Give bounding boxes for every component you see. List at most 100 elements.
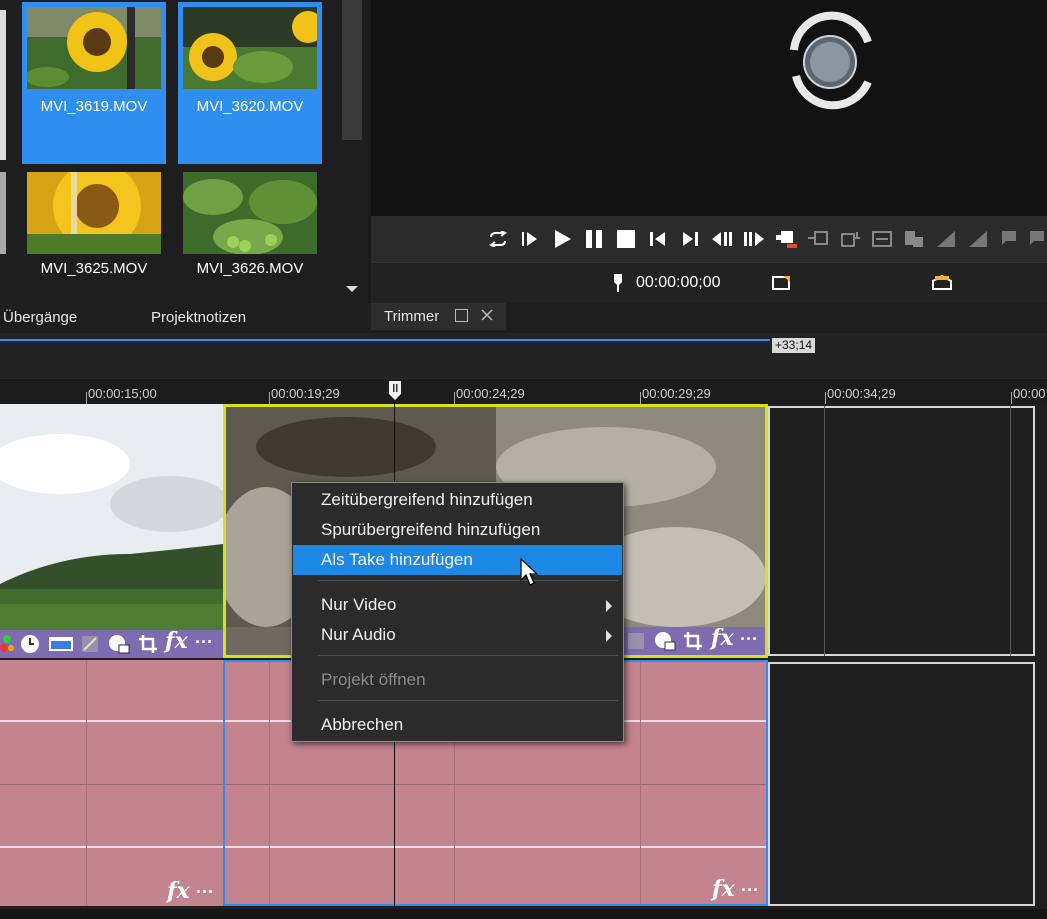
ruler-label: 00:00:24;29 bbox=[456, 386, 525, 401]
ruler-label: 00:00:34;29 bbox=[827, 386, 896, 401]
menu-item-label: Projekt öffnen bbox=[321, 670, 426, 689]
insert-clip-icon[interactable] bbox=[774, 226, 798, 252]
fade-in-icon bbox=[934, 226, 958, 252]
fade-out-icon bbox=[966, 226, 990, 252]
menu-item-add-track[interactable]: Spurübergreifend hinzufügen bbox=[293, 515, 622, 545]
media-item-label: MVI_3626.MOV bbox=[196, 260, 304, 277]
preview-window bbox=[371, 0, 1047, 216]
mark-in-icon[interactable] bbox=[771, 275, 791, 291]
maximize-icon[interactable] bbox=[455, 309, 468, 322]
media-library: MVI_3619.MOV MVI_3620.MOV MVI_3625.MOV M… bbox=[0, 0, 368, 303]
empty-clip-slot[interactable] bbox=[768, 406, 1035, 656]
timeline-footer bbox=[0, 909, 1047, 919]
submenu-arrow-icon bbox=[606, 600, 612, 612]
frame-icon[interactable] bbox=[48, 636, 74, 652]
ruler-label: 00:00 bbox=[1013, 386, 1046, 401]
crop-icon[interactable] bbox=[683, 631, 703, 651]
sunflower-thumbnail bbox=[27, 7, 161, 89]
fit-icon bbox=[870, 226, 894, 252]
more-icon[interactable]: ··· bbox=[741, 880, 759, 901]
stop-icon[interactable] bbox=[614, 226, 638, 252]
audio-clip-left[interactable]: fx ··· bbox=[0, 660, 223, 906]
media-item-mvi-3619[interactable]: MVI_3619.MOV bbox=[22, 2, 166, 164]
close-icon[interactable] bbox=[479, 307, 495, 323]
marker-icon bbox=[998, 226, 1022, 252]
panel-tab-bar: Übergänge Projektnotizen bbox=[0, 303, 1047, 333]
ruler-label: 00:00:29;29 bbox=[642, 386, 711, 401]
empty-clip-slot[interactable] bbox=[768, 662, 1035, 906]
fx-button[interactable]: fx bbox=[712, 876, 735, 902]
pen-icon[interactable] bbox=[80, 634, 100, 654]
fx-button[interactable]: fx bbox=[165, 628, 188, 654]
tab-transitions[interactable]: Übergänge bbox=[3, 309, 77, 326]
skip-start-icon[interactable] bbox=[646, 226, 670, 252]
context-menu: Zeitübergreifend hinzufügen Spurübergrei… bbox=[291, 482, 624, 742]
color-dots-icon[interactable] bbox=[0, 634, 14, 654]
media-item-label: MVI_3625.MOV bbox=[40, 260, 148, 277]
ruler-label: 00:00:19;29 bbox=[271, 386, 340, 401]
replace-icon bbox=[902, 226, 926, 252]
watermark-logo bbox=[776, 10, 886, 110]
menu-item-label: Zeitübergreifend hinzufügen bbox=[321, 490, 533, 509]
speed-icon[interactable] bbox=[108, 634, 130, 654]
play-range-icon[interactable] bbox=[518, 226, 542, 252]
playhead-marker-icon bbox=[613, 273, 623, 293]
menu-separator bbox=[318, 580, 618, 581]
append-icon bbox=[838, 226, 862, 252]
menu-item-add-time[interactable]: Zeitübergreifend hinzufügen bbox=[293, 485, 622, 515]
playhead-handle-icon[interactable] bbox=[388, 380, 402, 402]
menu-item-label: Spurübergreifend hinzufügen bbox=[321, 520, 541, 539]
speed-icon[interactable] bbox=[654, 631, 676, 651]
offset-badge: +33;14 bbox=[772, 338, 816, 353]
timeline-range-line bbox=[0, 339, 770, 341]
menu-item-add-take[interactable]: Als Take hinzufügen bbox=[293, 545, 622, 575]
tab-trimmer[interactable]: Trimmer bbox=[371, 303, 506, 330]
menu-item-video-only[interactable]: Nur Video bbox=[293, 590, 622, 620]
menu-item-cancel[interactable]: Abbrechen bbox=[293, 710, 622, 740]
plants-thumbnail bbox=[183, 172, 317, 254]
fx-button[interactable]: fx bbox=[711, 625, 734, 651]
video-clip-landscape[interactable]: fx ··· bbox=[0, 404, 230, 658]
menu-item-audio-only[interactable]: Nur Audio bbox=[293, 620, 622, 650]
pause-icon[interactable] bbox=[582, 226, 606, 252]
timeline-overview: +33;14 bbox=[0, 333, 1047, 378]
sunflower-thumbnail bbox=[183, 7, 317, 89]
submenu-arrow-icon bbox=[606, 630, 612, 642]
more-icon[interactable]: ··· bbox=[195, 632, 213, 653]
transport-bar bbox=[371, 216, 1047, 262]
overwrite-icon bbox=[806, 226, 830, 252]
menu-item-open-project: Projekt öffnen bbox=[293, 665, 622, 695]
marker-add-icon bbox=[1026, 226, 1047, 252]
menu-item-label: Nur Video bbox=[321, 595, 397, 614]
partial-thumbnail bbox=[0, 172, 6, 254]
more-icon[interactable]: ··· bbox=[740, 629, 758, 650]
menu-item-label: Nur Audio bbox=[321, 625, 396, 644]
fx-button[interactable]: fx bbox=[167, 878, 190, 904]
menu-separator bbox=[318, 655, 618, 656]
menu-separator bbox=[318, 700, 618, 701]
play-icon[interactable] bbox=[550, 226, 574, 252]
tab-project-notes[interactable]: Projektnotizen bbox=[151, 309, 246, 326]
timeline-ruler[interactable]: 00:00:15;00 00:00:19;29 00:00:24;29 00:0… bbox=[0, 378, 1047, 404]
clock-icon[interactable] bbox=[20, 634, 40, 654]
media-item-label: MVI_3620.MOV bbox=[196, 98, 304, 115]
more-icon[interactable]: ··· bbox=[196, 882, 214, 903]
crop-icon[interactable] bbox=[138, 634, 158, 654]
pen-icon[interactable] bbox=[626, 631, 646, 651]
tab-trimmer-label: Trimmer bbox=[384, 308, 440, 325]
ruler-label: 00:00:15;00 bbox=[88, 386, 157, 401]
scroll-down-icon[interactable] bbox=[346, 286, 358, 292]
library-scrollbar-thumb[interactable] bbox=[342, 0, 362, 140]
skip-end-icon[interactable] bbox=[678, 226, 702, 252]
partial-thumbnail bbox=[0, 10, 6, 160]
timecode-bar: 00:00:00;00 bbox=[371, 262, 1047, 303]
next-frame-icon[interactable] bbox=[742, 226, 766, 252]
mouse-cursor-icon bbox=[520, 557, 540, 588]
media-item-mvi-3620[interactable]: MVI_3620.MOV bbox=[178, 2, 322, 164]
timecode-display[interactable]: 00:00:00;00 bbox=[636, 274, 721, 292]
sunflower-closeup-thumbnail bbox=[27, 172, 161, 254]
media-item-label: MVI_3619.MOV bbox=[40, 98, 148, 115]
mark-out-icon[interactable] bbox=[931, 274, 953, 291]
prev-frame-icon[interactable] bbox=[710, 226, 734, 252]
loop-icon[interactable] bbox=[486, 226, 510, 252]
